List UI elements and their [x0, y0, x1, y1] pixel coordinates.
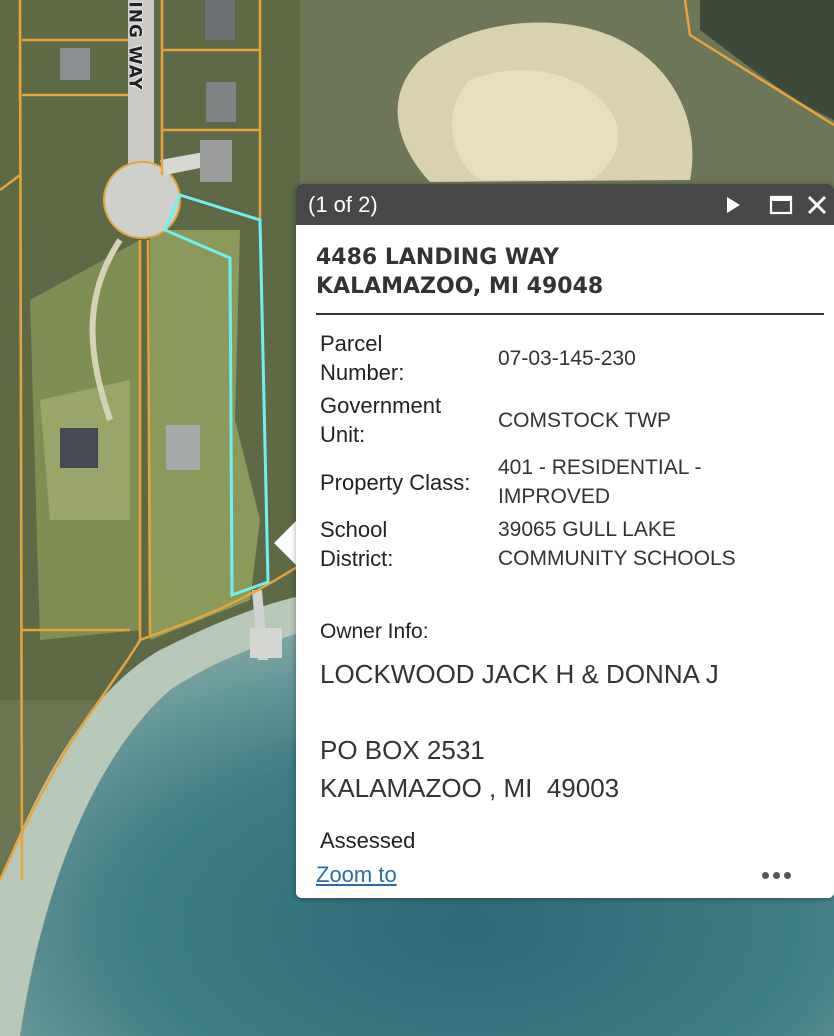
more-options-button[interactable]	[762, 866, 798, 880]
attribute-value: 39065 GULL LAKE COMMUNITY SCHOOLS	[498, 518, 736, 570]
attribute-value: 401 - RESIDENTIAL - IMPROVED	[498, 456, 702, 508]
attribute-label: School District:	[320, 517, 394, 571]
house	[206, 82, 236, 122]
owner-address-line-1: PO BOX 2531	[320, 735, 485, 765]
assessed-label: Assessed	[320, 828, 416, 850]
street-label: ING WAY	[124, 1, 145, 91]
house	[60, 48, 90, 80]
next-feature-button[interactable]	[718, 190, 748, 220]
close-button[interactable]	[802, 190, 832, 220]
owner-name: LOCKWOOD JACK H & DONNA J	[320, 659, 719, 689]
popup-header: (1 of 2)	[296, 184, 834, 225]
popup-body[interactable]: 4486 LANDING WAY KALAMAZOO, MI 49048 Par…	[296, 225, 834, 850]
more-options-icon	[762, 866, 795, 883]
house	[205, 0, 235, 40]
house	[200, 140, 232, 182]
zoom-to-link[interactable]: Zoom to	[316, 862, 397, 888]
maximize-icon	[769, 195, 793, 215]
house	[166, 425, 200, 470]
owner-address-line-2: KALAMAZOO , MI 49003	[320, 773, 620, 803]
parcel-popup: (1 of 2) 4486 LANDING WAY KALAMAZOO, MI …	[296, 184, 834, 898]
house	[60, 428, 98, 468]
owner-info: LOCKWOOD JACK H & DONNA J PO BOX 2531 KALA…	[320, 655, 719, 807]
popup-pointer	[274, 521, 296, 565]
popup-footer: Zoom to	[296, 850, 834, 898]
owner-info-label: Owner Info:	[320, 620, 429, 643]
parcel-address: 4486 LANDING WAY KALAMAZOO, MI 49048	[316, 243, 603, 301]
close-icon	[807, 195, 827, 215]
attribute-value: 07-03-145-230	[498, 347, 636, 370]
divider	[316, 313, 824, 315]
attribute-label: Property Class:	[320, 470, 471, 495]
maximize-button[interactable]	[766, 190, 796, 220]
attribute-label: Government Unit:	[320, 393, 442, 447]
play-triangle-icon	[727, 197, 740, 213]
feature-count: (1 of 2)	[308, 192, 378, 217]
address-line-2: KALAMAZOO, MI 49048	[316, 274, 604, 299]
attribute-value: COMSTOCK TWP	[498, 409, 672, 432]
attribute-label: Parcel Number:	[320, 331, 405, 385]
address-line-1: 4486 LANDING WAY	[316, 245, 560, 270]
